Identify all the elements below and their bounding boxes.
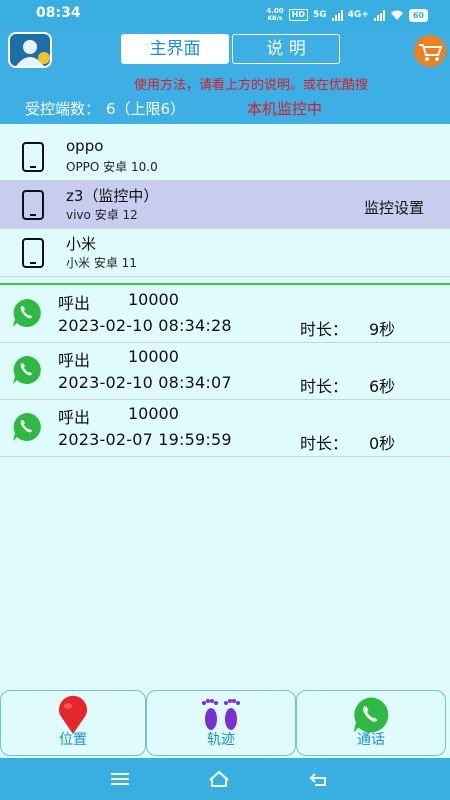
header: 主界面 说 明 使用方法，请看上方的说明。或在优酷搜 受控端数： 6（上限6） 本… <box>0 28 450 124</box>
nav-calls-label: 通话 <box>357 732 385 748</box>
device-row-oppo[interactable]: oppo OPPO 安卓 10.0 <box>0 133 450 181</box>
duration-value: 9秒 <box>369 320 396 339</box>
nav-location-button[interactable]: 位置 <box>0 690 146 756</box>
nav-calls-button[interactable]: 通话 <box>296 690 446 756</box>
bottom-nav: 位置 轨迹 通话 <box>0 688 450 758</box>
device-os: OPPO 安卓 10.0 <box>66 160 158 174</box>
duration-label: 时长： <box>300 434 349 453</box>
duration-label: 时长： <box>300 377 349 396</box>
tab-main[interactable]: 主界面 <box>121 34 229 64</box>
device-name: z3（监控中） <box>66 187 159 205</box>
nav-track-label: 轨迹 <box>207 732 235 748</box>
device-name: oppo <box>66 137 104 155</box>
device-list: oppo OPPO 安卓 10.0 z3（监控中） vivo 安卓 12 监控设… <box>0 133 450 277</box>
back-icon[interactable] <box>307 768 331 790</box>
net-speed-unit: KB/s <box>267 15 283 22</box>
net-speed-value: 4.00 <box>266 7 284 15</box>
tab-help[interactable]: 说 明 <box>232 34 340 64</box>
signal-4g-label: 4G+ <box>347 10 369 20</box>
device-count: 受控端数： 6（上限6） <box>25 98 185 119</box>
status-icons: 4.00 KB/s HD 5G 4G+ 60 <box>266 7 428 23</box>
device-os: 小米 安卓 11 <box>66 256 137 270</box>
signal-bars-icon <box>331 9 343 21</box>
net-speed: 4.00 KB/s <box>266 7 283 23</box>
status-time: 08:34 <box>36 5 81 21</box>
whatsapp-icon <box>13 356 41 384</box>
phone-icon <box>22 238 44 268</box>
phone-icon <box>22 142 44 172</box>
menu-icon[interactable] <box>108 768 132 790</box>
monitor-status: 本机监控中 <box>247 100 323 118</box>
nav-location-label: 位置 <box>59 732 87 748</box>
whatsapp-icon <box>13 299 41 327</box>
system-nav-bar <box>0 758 450 800</box>
whatsapp-icon <box>13 413 41 441</box>
call-row[interactable]: 呼出 10000 2023-02-10 08:34:28 时长： 9秒 <box>0 286 450 343</box>
hd-icon: HD <box>288 9 308 21</box>
call-time: 2023-02-10 08:34:28 <box>58 316 232 335</box>
duration-value: 6秒 <box>369 377 396 396</box>
call-type: 呼出 <box>58 294 91 313</box>
call-number: 10000 <box>128 347 179 366</box>
status-bar: 08:34 4.00 KB/s HD 5G 4G+ 60 <box>0 0 450 28</box>
signal-5g-label: 5G <box>313 10 327 20</box>
section-divider <box>0 283 450 285</box>
call-row[interactable]: 呼出 10000 2023-02-07 19:59:59 时长： 0秒 <box>0 400 450 457</box>
call-time: 2023-02-10 08:34:07 <box>58 373 232 392</box>
device-row-xiaomi[interactable]: 小米 小米 安卓 11 <box>0 229 450 277</box>
call-list: 呼出 10000 2023-02-10 08:34:28 时长： 9秒 呼出 1… <box>0 286 450 457</box>
duration-label: 时长： <box>300 320 349 339</box>
device-row-z3[interactable]: z3（监控中） vivo 安卓 12 监控设置 <box>0 181 450 229</box>
device-os: vivo 安卓 12 <box>66 208 138 222</box>
call-type: 呼出 <box>58 351 91 370</box>
count-label: 受控端数： <box>25 100 101 118</box>
call-number: 10000 <box>128 290 179 309</box>
count-value: 6（上限6） <box>106 100 186 118</box>
device-name: 小米 <box>66 235 97 253</box>
call-number: 10000 <box>128 404 179 423</box>
user-avatar-icon[interactable] <box>8 32 52 68</box>
battery-icon: 60 <box>408 8 428 22</box>
call-time: 2023-02-07 19:59:59 <box>58 430 232 449</box>
call-type: 呼出 <box>58 408 91 427</box>
duration-value: 0秒 <box>369 434 396 453</box>
wifi-icon <box>390 10 403 20</box>
monitor-settings-button[interactable]: 监控设置 <box>364 197 424 218</box>
signal-bars-icon-2 <box>373 9 385 21</box>
usage-marquee: 使用方法，请看上方的说明。或在优酷搜 <box>134 78 369 93</box>
shopping-cart-icon[interactable] <box>410 34 450 68</box>
nav-track-button[interactable]: 轨迹 <box>146 690 296 756</box>
call-row[interactable]: 呼出 10000 2023-02-10 08:34:07 时长： 6秒 <box>0 343 450 400</box>
home-icon[interactable] <box>207 768 231 790</box>
phone-icon <box>22 190 44 220</box>
